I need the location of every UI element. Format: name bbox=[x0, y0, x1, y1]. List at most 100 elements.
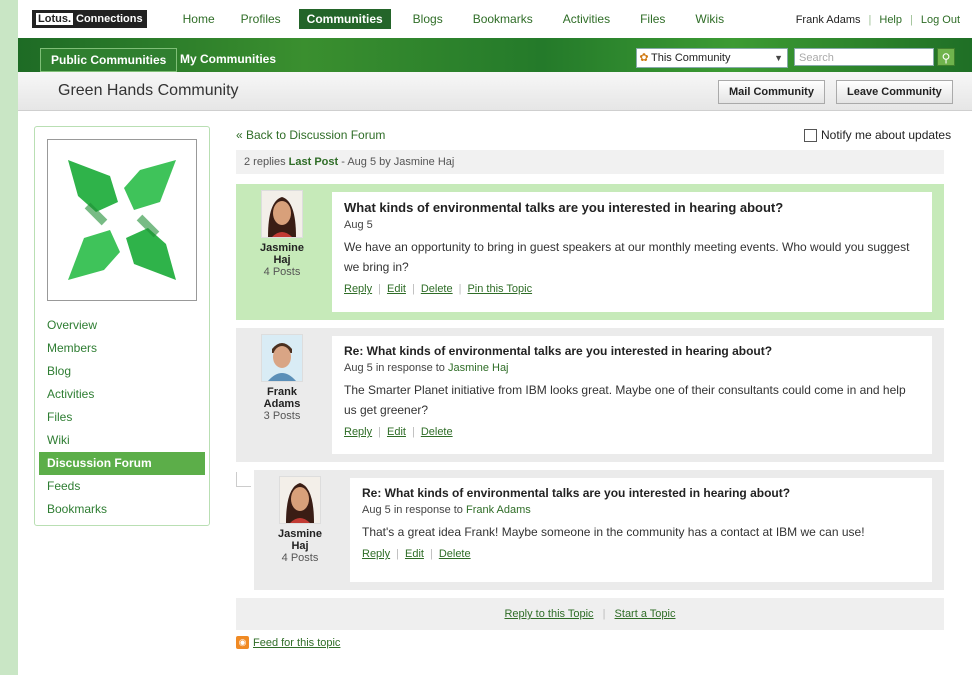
top-navigation: Lotus. Connections Home Profiles Communit… bbox=[18, 0, 972, 38]
post-date-value: Aug 5 bbox=[344, 362, 373, 374]
help-link[interactable]: Help bbox=[879, 14, 902, 26]
last-post-info: - Aug 5 by Jasmine Haj bbox=[341, 156, 455, 168]
avatar[interactable] bbox=[279, 476, 321, 524]
reply-link[interactable]: Reply bbox=[344, 283, 372, 295]
author-name[interactable]: Frank Adams bbox=[252, 386, 312, 410]
delete-link[interactable]: Delete bbox=[421, 426, 453, 438]
community-logo bbox=[47, 139, 197, 301]
sidebar-item-feeds[interactable]: Feeds bbox=[35, 475, 209, 498]
post-actions: Reply | Edit | Delete bbox=[344, 426, 920, 438]
reply-to-topic-link[interactable]: Reply to this Topic bbox=[504, 608, 593, 620]
notify-updates-checkbox[interactable]: Notify me about updates bbox=[804, 128, 951, 142]
rss-icon[interactable]: ◉ bbox=[236, 636, 249, 649]
user-name-link[interactable]: Frank Adams bbox=[796, 14, 861, 26]
avatar[interactable] bbox=[261, 190, 303, 238]
edit-link[interactable]: Edit bbox=[387, 283, 406, 295]
thread-indent-marker bbox=[236, 472, 251, 487]
topic-feed: ◉ Feed for this topic bbox=[236, 636, 340, 649]
sidebar-item-wiki[interactable]: Wiki bbox=[35, 429, 209, 452]
nav-profiles[interactable]: Profiles bbox=[233, 9, 289, 29]
page-frame: Lotus. Connections Home Profiles Communit… bbox=[18, 0, 972, 675]
separator: | bbox=[411, 283, 415, 295]
sidebar-item-bookmarks[interactable]: Bookmarks bbox=[35, 498, 209, 521]
topic-footer-actions: Reply to this Topic | Start a Topic bbox=[236, 598, 944, 630]
search-scope-label: This Community bbox=[651, 52, 731, 64]
community-sidebar: Overview Members Blog Activities Files W… bbox=[34, 126, 210, 526]
green-hands-logo-icon bbox=[68, 160, 176, 280]
sidebar-item-overview[interactable]: Overview bbox=[35, 314, 209, 337]
logo-product: Connections bbox=[76, 13, 143, 25]
start-topic-link[interactable]: Start a Topic bbox=[615, 608, 676, 620]
community-icon: ✿ bbox=[639, 52, 649, 64]
separator: | bbox=[411, 426, 415, 438]
sidebar-item-files[interactable]: Files bbox=[35, 406, 209, 429]
sidebar-item-members[interactable]: Members bbox=[35, 337, 209, 360]
post-author: Jasmine Haj 4 Posts bbox=[252, 190, 312, 278]
tab-public-communities[interactable]: Public Communities bbox=[40, 48, 178, 72]
separator: | bbox=[378, 283, 381, 295]
leave-community-button[interactable]: Leave Community bbox=[836, 80, 953, 104]
author-post-count: 4 Posts bbox=[263, 266, 301, 278]
community-banner: Public Communities My Communities ✿ This … bbox=[18, 38, 972, 72]
post-actions: Reply | Edit | Delete bbox=[362, 548, 920, 560]
checkbox-icon[interactable] bbox=[804, 128, 817, 142]
sidebar-nav: Overview Members Blog Activities Files W… bbox=[35, 314, 209, 521]
response-prefix: in response to bbox=[393, 504, 463, 516]
separator: | bbox=[868, 14, 872, 26]
reply-count: 2 replies bbox=[244, 156, 286, 168]
separator: | bbox=[396, 548, 399, 560]
author-name[interactable]: Jasmine Haj bbox=[252, 242, 312, 266]
search-scope-select[interactable]: ✿ This Community ▼ bbox=[636, 48, 788, 68]
mail-community-button[interactable]: Mail Community bbox=[718, 80, 825, 104]
nav-bookmarks[interactable]: Bookmarks bbox=[465, 9, 541, 29]
separator: | bbox=[910, 14, 913, 26]
sidebar-item-blog[interactable]: Blog bbox=[35, 360, 209, 383]
lotus-connections-logo[interactable]: Lotus. Connections bbox=[32, 10, 147, 28]
post-body: That's a great idea Frank! Maybe someone… bbox=[362, 525, 865, 539]
user-links: Frank Adams | Help | Log Out bbox=[796, 14, 960, 26]
search-input[interactable]: Search bbox=[794, 48, 934, 66]
edit-link[interactable]: Edit bbox=[405, 548, 424, 560]
nav-communities[interactable]: Communities bbox=[298, 9, 391, 29]
nav-blogs[interactable]: Blogs bbox=[405, 9, 451, 29]
nav-wikis[interactable]: Wikis bbox=[687, 9, 732, 29]
author-post-count: 3 Posts bbox=[263, 410, 301, 422]
nav-home[interactable]: Home bbox=[175, 9, 223, 29]
post-date: Aug 5 in response to Frank Adams bbox=[362, 504, 920, 516]
post-actions: Reply | Edit | Delete | Pin this Topic bbox=[344, 283, 920, 295]
post-title: Re: What kinds of environmental talks ar… bbox=[344, 344, 773, 358]
sidebar-item-activities[interactable]: Activities bbox=[35, 383, 209, 406]
nav-activities[interactable]: Activities bbox=[555, 9, 618, 29]
edit-link[interactable]: Edit bbox=[387, 426, 406, 438]
author-post-count: 4 Posts bbox=[281, 552, 319, 564]
delete-link[interactable]: Delete bbox=[421, 283, 453, 295]
author-name[interactable]: Jasmine Haj bbox=[270, 528, 330, 552]
post-author: Jasmine Haj 4 Posts bbox=[270, 476, 330, 564]
logout-link[interactable]: Log Out bbox=[921, 14, 960, 26]
in-response-to-link[interactable]: Jasmine Haj bbox=[448, 362, 509, 374]
feed-link[interactable]: Feed for this topic bbox=[253, 637, 340, 649]
tab-my-communities[interactable]: My Communities bbox=[170, 48, 286, 70]
back-to-forum-link[interactable]: « Back to Discussion Forum bbox=[236, 128, 385, 142]
avatar[interactable] bbox=[261, 334, 303, 382]
in-response-to-link[interactable]: Frank Adams bbox=[466, 504, 531, 516]
reply-link[interactable]: Reply bbox=[344, 426, 372, 438]
post-title: What kinds of environmental talks are yo… bbox=[344, 200, 784, 215]
community-header: Green Hands Community Mail Community Lea… bbox=[18, 72, 972, 111]
sidebar-item-discussion-forum[interactable]: Discussion Forum bbox=[39, 452, 205, 475]
notify-label: Notify me about updates bbox=[821, 128, 952, 142]
topic-post: Jasmine Haj 4 Posts What kinds of enviro… bbox=[236, 184, 944, 320]
post-date-value: Aug 5 bbox=[362, 504, 391, 516]
topic-meta: 2 replies Last Post - Aug 5 by Jasmine H… bbox=[236, 150, 944, 174]
separator: | bbox=[458, 283, 462, 295]
reply-post: Frank Adams 3 Posts Re: What kinds of en… bbox=[236, 328, 944, 462]
post-date: Aug 5 bbox=[344, 219, 373, 231]
magnifier-icon[interactable]: ⚲ bbox=[937, 48, 955, 66]
nav-files[interactable]: Files bbox=[632, 9, 673, 29]
post-author: Frank Adams 3 Posts bbox=[252, 334, 312, 422]
separator: | bbox=[429, 548, 433, 560]
delete-link[interactable]: Delete bbox=[439, 548, 471, 560]
pin-topic-link[interactable]: Pin this Topic bbox=[467, 283, 532, 295]
reply-link[interactable]: Reply bbox=[362, 548, 390, 560]
last-post-label: Last Post bbox=[288, 156, 339, 168]
